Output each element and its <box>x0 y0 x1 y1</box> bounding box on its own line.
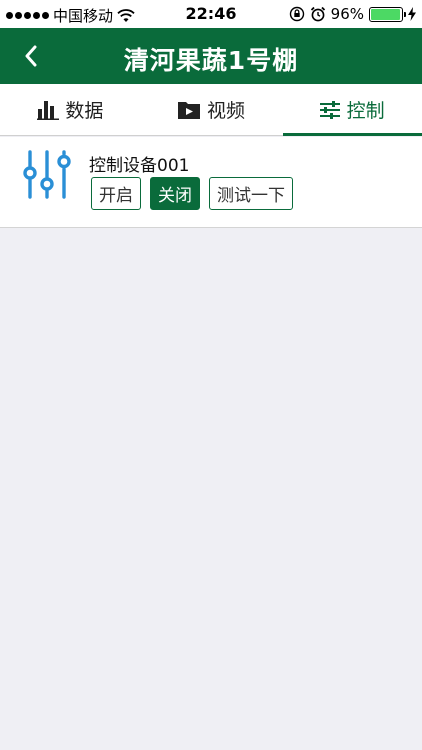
equalizer-icon <box>23 150 71 199</box>
tab-control-label: 控制 <box>346 100 385 122</box>
tab-video[interactable]: 视频 <box>141 84 282 135</box>
close-button[interactable]: 关闭 <box>150 177 200 210</box>
charging-bolt-icon <box>408 7 416 21</box>
tab-video-label: 视频 <box>207 100 246 122</box>
status-right: 96% <box>289 5 416 23</box>
bar-chart-icon <box>37 100 60 120</box>
device-actions: 开启 关闭 测试一下 <box>91 177 293 210</box>
status-bar: 中国移动 22:46 96% <box>0 0 422 28</box>
test-button[interactable]: 测试一下 <box>209 177 293 210</box>
open-button[interactable]: 开启 <box>91 177 141 210</box>
device-row: 控制设备001 开启 关闭 测试一下 <box>0 137 422 228</box>
tab-data-label: 数据 <box>65 100 104 122</box>
alarm-icon <box>310 6 325 22</box>
tab-bar: 数据 视频 控制 <box>0 84 422 136</box>
tab-data[interactable]: 数据 <box>0 84 141 135</box>
page-title: 清河果蔬1号棚 <box>123 46 299 75</box>
video-folder-icon <box>178 101 200 119</box>
device-name: 控制设备001 <box>89 156 190 176</box>
tab-control[interactable]: 控制 <box>281 84 422 136</box>
nav-bar: 清河果蔬1号棚 <box>0 28 422 84</box>
sliders-icon <box>319 100 340 119</box>
battery-percent: 96% <box>330 5 364 23</box>
rotation-lock-icon <box>289 6 304 22</box>
battery-icon <box>369 6 406 22</box>
